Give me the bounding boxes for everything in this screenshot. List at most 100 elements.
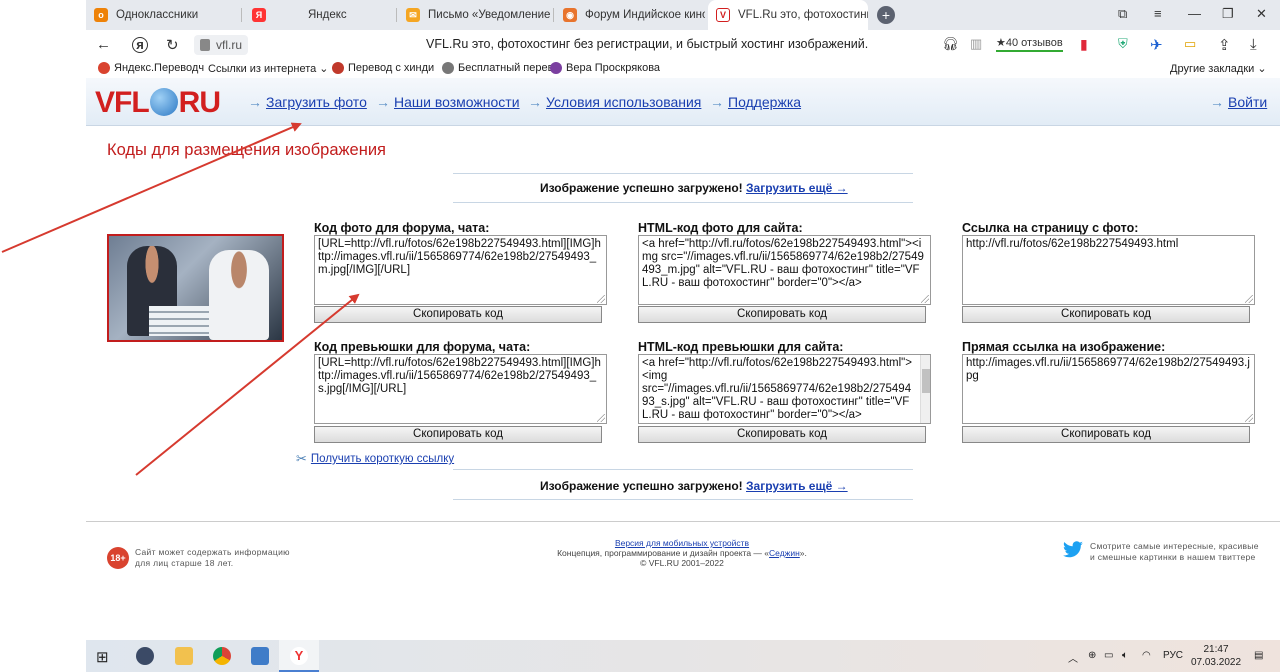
tab-yandex[interactable]: Я Яндекс bbox=[244, 0, 394, 30]
short-link[interactable]: Получить короткую ссылку bbox=[311, 453, 454, 465]
chrome-icon[interactable] bbox=[213, 647, 231, 665]
clock-time: 21:47 bbox=[1203, 644, 1229, 655]
upload-more-link[interactable]: Загрузить ещё → bbox=[746, 479, 848, 493]
tab-label: Одноклассники bbox=[116, 9, 199, 21]
nav-terms[interactable]: → Условия использования bbox=[528, 94, 701, 110]
tray-battery-icon[interactable]: ▭ bbox=[1104, 650, 1113, 661]
menu-icon[interactable]: ≡ bbox=[1154, 6, 1162, 21]
close-window-icon[interactable]: ✕ bbox=[1256, 6, 1267, 22]
login-link[interactable]: → Войти bbox=[1210, 94, 1267, 110]
copy-forum-code-button[interactable]: Скопировать код bbox=[314, 306, 602, 323]
resize-grip-icon[interactable] bbox=[1245, 295, 1253, 303]
copy-thumb-html-code-button[interactable]: Скопировать код bbox=[638, 426, 926, 443]
nav-support[interactable]: → Поддержка bbox=[710, 94, 801, 110]
downloads-icon[interactable]: ⤓ bbox=[1250, 36, 1257, 53]
reviews-badge[interactable]: ★40 отзывов bbox=[996, 36, 1063, 52]
bookmark-hindi[interactable]: Перевод с хинди bbox=[332, 62, 434, 74]
bookmark-links-folder[interactable]: Ссылки из интернета ⌄ bbox=[208, 62, 329, 75]
field-value: [URL=http://vfl.ru/fotos/62e198b22754949… bbox=[318, 357, 601, 395]
bookmarks-bar: Яндекс.Переводч Ссылки из интернета ⌄ Пе… bbox=[86, 60, 1280, 78]
tab-forum[interactable]: ◉ Форум Индийское кино bbox=[555, 0, 705, 30]
nav-upload[interactable]: → Загрузить фото bbox=[248, 94, 367, 110]
divider bbox=[453, 469, 913, 470]
tab-mail[interactable]: ✉ Письмо «Уведомление об bbox=[398, 0, 550, 30]
age-warning: Сайт может содержать информацию для лиц … bbox=[135, 547, 290, 568]
arrow-right-icon: → bbox=[528, 94, 542, 110]
resize-grip-icon[interactable] bbox=[1245, 414, 1253, 422]
upload-more-link[interactable]: Загрузить ещё → bbox=[746, 181, 848, 195]
share-icon[interactable]: ⇪ bbox=[1218, 36, 1231, 54]
reader-icon[interactable]: ▥ bbox=[970, 36, 982, 52]
forum-code-label: Код фото для форума, чата: bbox=[314, 221, 490, 235]
tray-wifi-icon[interactable]: ◠ bbox=[1142, 650, 1151, 661]
tray-network-icon[interactable]: ⊕ bbox=[1088, 650, 1096, 661]
extension-icon[interactable]: ✈ bbox=[1150, 36, 1163, 54]
system-clock[interactable]: 21:47 07.03.2022 bbox=[1186, 643, 1246, 669]
copy-page-link-button[interactable]: Скопировать код bbox=[962, 306, 1250, 323]
protect-icon[interactable]: ⛨ bbox=[1118, 36, 1128, 52]
scrollbar[interactable] bbox=[920, 355, 930, 423]
security-app-icon[interactable] bbox=[136, 647, 154, 665]
nav-label: Условия использования bbox=[546, 94, 702, 110]
other-bookmarks[interactable]: Другие закладки ⌄ bbox=[1170, 62, 1267, 75]
thumb-forum-code-label: Код превьюшки для форума, чата: bbox=[314, 340, 531, 354]
clock-date: 07.03.2022 bbox=[1190, 657, 1242, 668]
search-app-icon[interactable] bbox=[251, 647, 269, 665]
twitter-icon[interactable] bbox=[1062, 541, 1084, 559]
page-link-label: Ссылка на страницу с фото: bbox=[962, 221, 1139, 235]
vfl-logo[interactable]: VFL RU bbox=[95, 86, 221, 120]
copy-html-code-button[interactable]: Скопировать код bbox=[638, 306, 926, 323]
headphones-icon[interactable]: 🎧︎ bbox=[942, 36, 959, 52]
arrow-right-icon: → bbox=[376, 94, 390, 110]
yandex-button-icon[interactable]: я bbox=[132, 37, 148, 53]
uploaded-photo-thumbnail[interactable] bbox=[107, 234, 284, 342]
nav-features[interactable]: → Наши возможности bbox=[376, 94, 520, 110]
logo-text-left: VFL bbox=[95, 86, 150, 119]
thumb-html-code-field[interactable]: <a href="http://vfl.ru/fotos/62e198b2275… bbox=[638, 354, 931, 424]
notifications-icon[interactable]: ▤ bbox=[1254, 650, 1263, 661]
hindi-icon bbox=[332, 62, 344, 74]
bookmark-icon[interactable]: ▮ bbox=[1080, 36, 1088, 53]
thumb-forum-code-field[interactable]: [URL=http://vfl.ru/fotos/62e198b22754949… bbox=[314, 354, 607, 424]
nav-label: Поддержка bbox=[728, 94, 802, 110]
html-code-field[interactable]: <a href="http://vfl.ru/fotos/62e198b2275… bbox=[638, 235, 931, 305]
tab-vfl[interactable]: V VFL.Ru это, фотохостинг ✕ bbox=[708, 0, 868, 30]
nav-label: Загрузить фото bbox=[266, 94, 367, 110]
file-explorer-icon[interactable] bbox=[175, 647, 193, 665]
bookmark-free-translate[interactable]: Бесплатный перев bbox=[442, 62, 553, 74]
bookmark-vera[interactable]: Вера Проскрякова bbox=[550, 62, 660, 74]
url-field[interactable]: vfl.ru bbox=[194, 35, 249, 55]
mail-icon: ✉ bbox=[406, 8, 420, 22]
tray-chevron-icon[interactable]: ︿ bbox=[1068, 650, 1078, 665]
restore-icon[interactable]: ❐ bbox=[1222, 6, 1234, 22]
author-link[interactable]: Седжин bbox=[769, 548, 800, 558]
yandex-browser-icon[interactable]: Y bbox=[290, 647, 308, 665]
field-value: http://vfl.ru/fotos/62e198b227549493.htm… bbox=[966, 238, 1179, 250]
tabs-manager-icon[interactable]: ⧉ bbox=[1118, 6, 1127, 22]
resize-grip-icon[interactable] bbox=[597, 295, 605, 303]
windows-start-icon[interactable]: ⊞ bbox=[96, 648, 109, 666]
resize-grip-icon[interactable] bbox=[597, 414, 605, 422]
tab-odnoklassniki[interactable]: о Одноклассники bbox=[86, 0, 238, 30]
page-link-field[interactable]: http://vfl.ru/fotos/62e198b227549493.htm… bbox=[962, 235, 1255, 305]
tray-volume-icon[interactable]: 🔈︎ bbox=[1122, 650, 1128, 661]
back-icon[interactable]: ← bbox=[96, 36, 111, 53]
direct-link-field[interactable]: http://images.vfl.ru/ii/1565869774/62e19… bbox=[962, 354, 1255, 424]
resize-grip-icon[interactable] bbox=[921, 295, 929, 303]
page-icon bbox=[442, 62, 454, 74]
language-indicator[interactable]: РУС bbox=[1163, 650, 1183, 661]
short-link-row: ✂ Получить короткую ссылку bbox=[296, 451, 454, 467]
tab-label: Письмо «Уведомление об bbox=[428, 9, 550, 21]
minimize-icon[interactable]: — bbox=[1188, 6, 1201, 21]
forum-icon: ◉ bbox=[563, 8, 577, 22]
copy-direct-link-button[interactable]: Скопировать код bbox=[962, 426, 1250, 443]
battery-icon[interactable]: ▭ bbox=[1184, 36, 1196, 52]
bookmark-translator[interactable]: Яндекс.Переводч bbox=[98, 62, 204, 74]
forum-code-field[interactable]: [URL=http://vfl.ru/fotos/62e198b22754949… bbox=[314, 235, 607, 305]
copy-thumb-forum-code-button[interactable]: Скопировать код bbox=[314, 426, 602, 443]
new-tab-button[interactable]: + bbox=[877, 6, 895, 24]
page-heading: Коды для размещения изображения bbox=[107, 141, 386, 159]
reload-icon[interactable]: ↻ bbox=[166, 36, 179, 54]
field-value: http://images.vfl.ru/ii/1565869774/62e19… bbox=[966, 357, 1250, 382]
mobile-version-link[interactable]: Версия для мобильных устройств bbox=[615, 538, 749, 548]
